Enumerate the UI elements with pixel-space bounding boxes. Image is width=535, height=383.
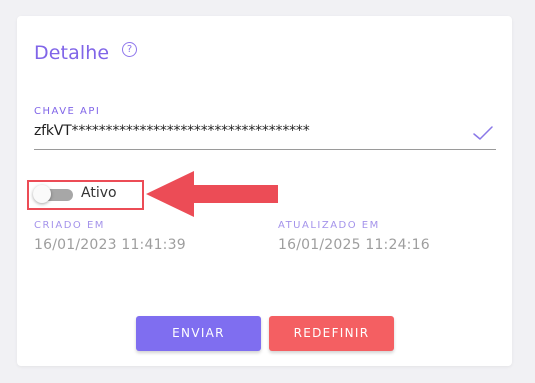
card-title: Detalhe — [34, 42, 110, 64]
api-key-field[interactable]: zfkVT*********************************** — [34, 123, 310, 139]
reset-button[interactable]: REDEFINIR — [269, 316, 394, 351]
detail-card: Detalhe ? CHAVE API zfkVT***************… — [17, 16, 512, 366]
send-button[interactable]: ENVIAR — [136, 316, 261, 351]
switch-knob[interactable] — [33, 185, 51, 203]
check-icon — [473, 126, 493, 140]
status-toggle-highlight: Ativo — [27, 180, 144, 210]
updated-label: ATUALIZADO EM — [278, 220, 380, 231]
arrow-left-icon — [146, 171, 278, 217]
created-value: 16/01/2023 11:41:39 — [34, 237, 186, 253]
updated-value: 16/01/2025 11:24:16 — [278, 237, 430, 253]
api-key-underline — [34, 149, 496, 150]
active-toggle-label: Ativo — [81, 185, 117, 201]
created-label: CRIADO EM — [34, 220, 105, 231]
api-key-label: CHAVE API — [34, 106, 101, 117]
help-icon[interactable]: ? — [122, 42, 137, 57]
